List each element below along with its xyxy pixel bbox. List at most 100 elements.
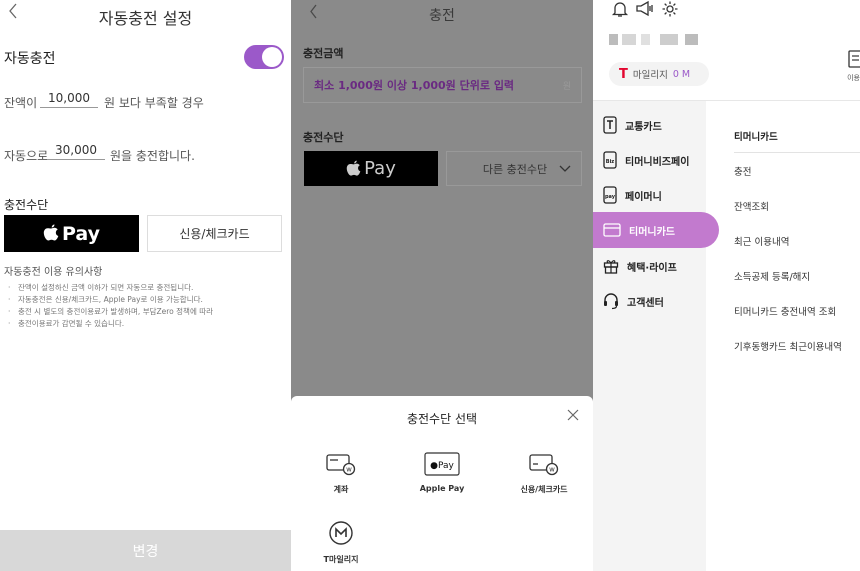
svg-text:●Pay: ●Pay [430,461,454,471]
option-label: Apple Pay [419,484,465,493]
sidebar-item-label: 티머니카드 [629,226,675,238]
bell-icon[interactable] [611,0,629,18]
change-button[interactable]: 변경 [0,530,291,571]
submenu-item-recent-usage[interactable]: 최근 이용내역 [734,234,789,248]
notes-title: 자동충전 이용 유의사항 [4,267,103,278]
apple-pay-button[interactable]: Pay [4,215,139,252]
svg-text:w: w [346,466,352,474]
toggle-knob [262,47,282,67]
blurred-name [685,34,698,45]
page-title: 자동충전 설정 [98,9,193,28]
usage-label: 이용 [847,74,860,82]
sidebar-item-transit-card[interactable]: 교통카드 [593,107,719,143]
note-item: 충전 시 별도의 충전이용료가 발생하며, 부담Zero 정책에 따라 [8,306,283,318]
svg-text:w: w [549,466,555,474]
divider [734,152,860,153]
paymoney-icon: pay [603,186,617,204]
transit-card-icon [603,116,617,134]
sidebar-item-customer-center[interactable]: 고객센터 [593,283,719,319]
submenu-item-balance[interactable]: 잔액조회 [734,199,769,213]
blurred-name [641,34,650,45]
charge-screen: 충전 충전금액 최소 1,000원 이상 1,000원 단위로 입력 원 충전수… [291,0,593,571]
sidebar: 교통카드 Biz 티머니비즈페이 pay 페이머니 티머니카드 혜택·라이프 고… [593,100,860,571]
t-mileage-icon [329,521,353,545]
option-apple-pay[interactable]: ●Pay Apple Pay [402,452,482,493]
amount-unit: 원 [562,81,571,92]
gift-icon [603,260,619,274]
note-item: 잔액이 설정하신 금액 이하가 되면 자동으로 충전됩니다. [8,282,283,294]
blurred-name [609,34,618,45]
option-t-mileage[interactable]: T마일리지 [301,520,381,565]
option-credit-card[interactable]: w 신용/체크카드 [504,452,584,495]
sidebar-item-label: 교통카드 [625,121,662,133]
apple-icon [346,160,361,176]
submenu-item-charge[interactable]: 충전 [734,164,751,178]
bizpay-icon: Biz [603,151,617,169]
apple-pay-button[interactable]: Pay [304,151,438,186]
mileage-label: 마일리지 [632,70,668,81]
balance-suffix: 원 보다 부족할 경우 [104,96,204,110]
page-title: 충전 [429,8,455,24]
sidebar-item-bizpay[interactable]: Biz 티머니비즈페이 [593,142,719,178]
amount-input[interactable]: 최소 1,000원 이상 1,000원 단위로 입력 원 [303,67,582,103]
note-item: 자동충전은 신용/체크카드, Apple Pay로 이용 가능합니다. [8,294,283,306]
option-label: T마일리지 [323,555,359,564]
mileage-badge[interactable]: T 마일리지 0 M [609,62,709,86]
autocharge-settings-screen: 자동충전 설정 자동충전 잔액이 10,000 원 보다 부족할 경우 자동으로… [0,0,291,571]
sidebar-item-label: 고객센터 [627,297,664,309]
sidebar-item-benefits[interactable]: 혜택·라이프 [593,248,719,284]
apple-pay-icon: ●Pay [424,452,460,476]
autocharge-label: 자동충전 [4,51,56,67]
sidebar-item-label: 페이머니 [625,191,662,203]
apple-icon [43,224,59,241]
auto-suffix: 원을 충전합니다. [110,149,195,163]
amount-placeholder: 최소 1,000원 이상 1,000원 단위로 입력 [314,79,515,92]
gear-icon[interactable] [661,0,679,18]
receipt-icon[interactable] [848,50,860,68]
sidebar-item-tmoney-card[interactable]: 티머니카드 [593,212,719,248]
method-label: 충전수단 [303,131,344,144]
submenu-item-tax-deduction[interactable]: 소득공제 등록/해지 [734,269,810,283]
svg-text:pay: pay [605,194,616,200]
bank-card-icon: w [326,454,356,476]
autocharge-toggle[interactable] [244,45,284,69]
auto-prefix: 자동으로 [4,149,49,163]
option-account[interactable]: w 계좌 [301,452,381,495]
close-button[interactable] [567,406,579,426]
submenu-item-charge-history[interactable]: 티머니카드 충전내역 조회 [734,304,836,318]
menu-screen: T 마일리지 0 M 이용 교통카드 Biz 티머니비즈페이 pay 페이머니 … [593,0,860,571]
blurred-name [660,34,678,45]
blurred-name [622,34,636,45]
balance-prefix: 잔액이 [4,96,38,110]
mileage-value: 0 M [672,68,691,80]
option-label: 계좌 [333,485,349,494]
other-method-label: 다른 충전수단 [482,162,548,176]
svg-text:Biz: Biz [606,159,615,165]
apple-pay-label: Pay [364,158,396,179]
submenu-item-climate-card[interactable]: 기후동행카드 최근이용내역 [734,339,842,353]
other-method-dropdown[interactable]: 다른 충전수단 [446,151,582,186]
divider [593,100,860,101]
balance-threshold-input[interactable]: 10,000 [40,90,98,108]
note-item: 충전이용료가 감면될 수 있습니다. [8,318,283,330]
close-icon [567,409,579,421]
sidebar-item-label: 티머니비즈페이 [625,156,690,168]
t-logo-icon: T [619,66,628,82]
card-icon [603,223,621,237]
chevron-down-icon [559,165,571,172]
payment-method-sheet: 충전수단 선택 w 계좌 ●Pay Apple Pay w 신용/체크카드 T마… [291,396,593,571]
apple-pay-label: Pay [61,222,101,245]
headset-icon [604,293,618,310]
option-label: 신용/체크카드 [520,485,568,494]
notes-list: 잔액이 설정하신 금액 이하가 되면 자동으로 충전됩니다. 자동충전은 신용/… [8,282,283,330]
autocharge-amount-input[interactable]: 30,000 [47,142,105,160]
sheet-title: 충전수단 선택 [406,412,478,426]
sidebar-item-paymoney[interactable]: pay 페이머니 [593,177,719,213]
payment-method-label: 충전수단 [4,198,49,212]
credit-card-button[interactable]: 신용/체크카드 [147,215,282,252]
submenu-heading: 티머니카드 [734,132,778,143]
credit-card-icon: w [529,454,559,476]
amount-label: 충전금액 [303,47,344,60]
megaphone-icon[interactable] [635,0,655,18]
sidebar-item-label: 혜택·라이프 [627,262,677,274]
